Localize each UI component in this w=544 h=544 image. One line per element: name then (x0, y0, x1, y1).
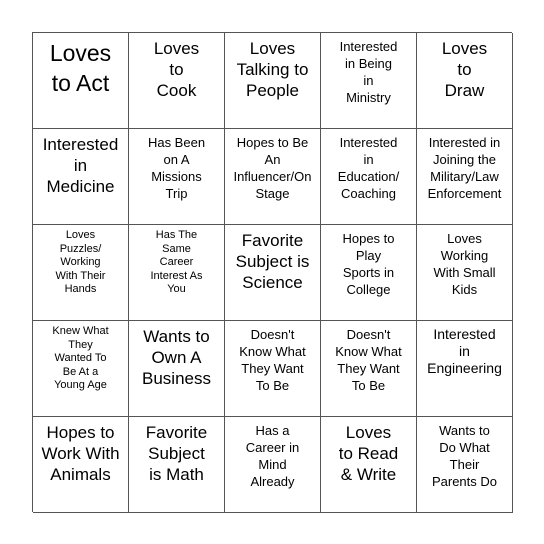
bingo-cell[interactable]: Doesn't Know What They Want To Be (321, 321, 417, 417)
bingo-cell[interactable]: Interested in Education/ Coaching (321, 129, 417, 225)
bingo-cell[interactable]: Has The Same Career Interest As You (129, 225, 225, 321)
bingo-cell[interactable]: Hopes to Work With Animals (33, 417, 129, 513)
bingo-cell[interactable]: Has a Career in Mind Already (225, 417, 321, 513)
bingo-cell[interactable]: Loves to Read & Write (321, 417, 417, 513)
bingo-cell[interactable]: Favorite Subject is Science (225, 225, 321, 321)
bingo-cell-label: Loves Talking to People (236, 39, 309, 100)
bingo-cell-label: Loves to Cook (153, 39, 200, 100)
bingo-cell-label: Doesn't Know What They Want To Be (239, 327, 306, 393)
bingo-cell[interactable]: Hopes to Be An Influencer/On Stage (225, 129, 321, 225)
bingo-cell-label: Knew What They Wanted To Be At a Young A… (52, 325, 109, 391)
bingo-cell-label: Interested in Education/ Coaching (337, 135, 400, 201)
bingo-cell-label: Interested in Joining the Military/Law E… (427, 135, 502, 201)
bingo-cell[interactable]: Wants to Own A Business (129, 321, 225, 417)
bingo-cell[interactable]: Doesn't Know What They Want To Be (225, 321, 321, 417)
bingo-cell[interactable]: Has Been on A Missions Trip (129, 129, 225, 225)
bingo-cell-label: Wants to Own A Business (142, 327, 211, 388)
bingo-cell[interactable]: Loves to Cook (129, 33, 225, 129)
bingo-board: Loves to Act Loves to Cook Loves Talking… (32, 32, 513, 513)
bingo-cell-label: Loves Working With Small Kids (433, 231, 496, 297)
bingo-cell-label: Loves to Act (49, 40, 112, 96)
bingo-cell[interactable]: Loves to Act (33, 33, 129, 129)
bingo-cell[interactable]: Knew What They Wanted To Be At a Young A… (33, 321, 129, 417)
bingo-cell[interactable]: Loves Puzzles/ Working With Their Hands (33, 225, 129, 321)
bingo-cell-label: Favorite Subject is Math (145, 423, 208, 484)
bingo-cell[interactable]: Interested in Joining the Military/Law E… (417, 129, 513, 225)
bingo-cell-label: Has The Same Career Interest As You (150, 229, 203, 295)
bingo-cell[interactable]: Wants to Do What Their Parents Do (417, 417, 513, 513)
bingo-cell[interactable]: Hopes to Play Sports in College (321, 225, 417, 321)
bingo-cell-label: Hopes to Be An Influencer/On Stage (233, 135, 312, 201)
bingo-cell-label: Interested in Engineering (427, 326, 502, 376)
bingo-cell[interactable]: Loves Talking to People (225, 33, 321, 129)
bingo-cell-label: Loves to Draw (441, 39, 488, 100)
bingo-cell-label: Doesn't Know What They Want To Be (335, 327, 402, 393)
bingo-cell[interactable]: Loves to Draw (417, 33, 513, 129)
bingo-cell-label: Hopes to Play Sports in College (342, 231, 395, 297)
bingo-cell-label: Loves to Read & Write (338, 423, 399, 484)
bingo-cell-label: Has a Career in Mind Already (245, 423, 300, 489)
bingo-cell-label: Loves Puzzles/ Working With Their Hands (55, 229, 106, 295)
bingo-cell-label: Interested in Medicine (42, 135, 119, 196)
bingo-cell-label: Has Been on A Missions Trip (147, 135, 206, 201)
bingo-cell[interactable]: Interested in Engineering (417, 321, 513, 417)
bingo-cell[interactable]: Interested in Medicine (33, 129, 129, 225)
bingo-cell-label: Wants to Do What Their Parents Do (431, 423, 498, 489)
bingo-cell-label: Interested in Being in Ministry (339, 39, 398, 105)
bingo-cell[interactable]: Interested in Being in Ministry (321, 33, 417, 129)
bingo-cell-label: Favorite Subject is Science (235, 231, 310, 292)
bingo-cell-label: Hopes to Work With Animals (41, 423, 120, 484)
bingo-cell[interactable]: Loves Working With Small Kids (417, 225, 513, 321)
bingo-cell[interactable]: Favorite Subject is Math (129, 417, 225, 513)
